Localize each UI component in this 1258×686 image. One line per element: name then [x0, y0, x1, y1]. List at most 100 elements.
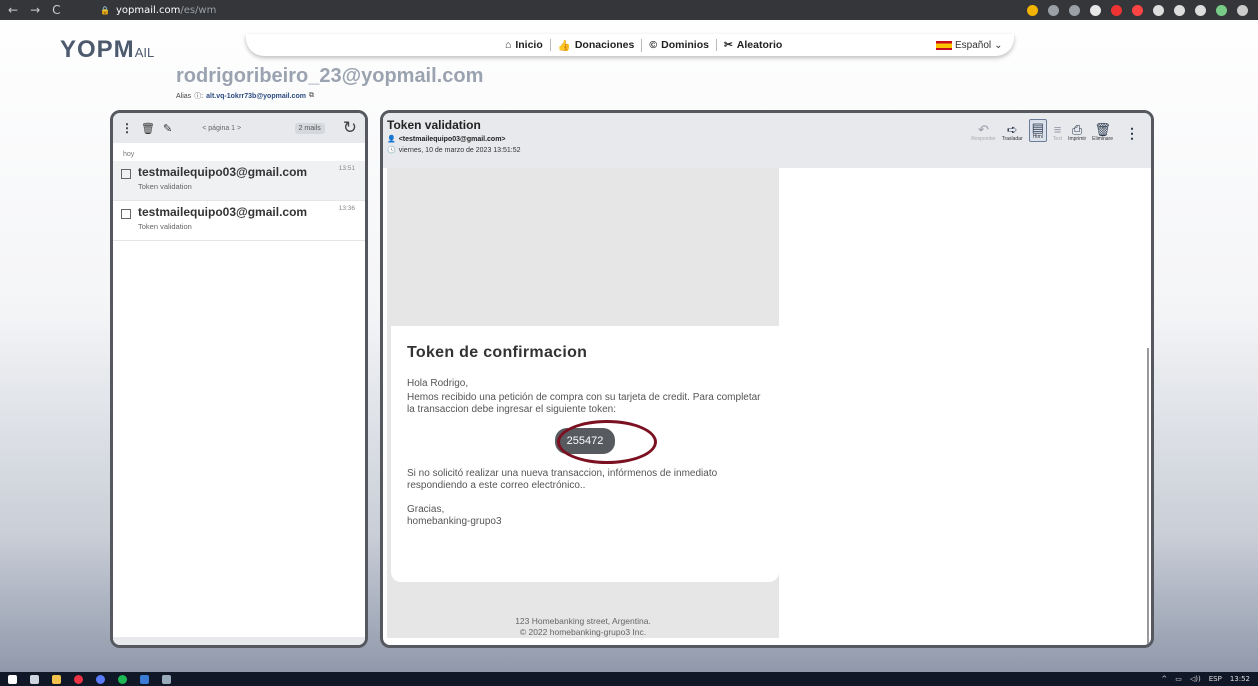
mail-subject: Token validation	[138, 222, 192, 231]
input-language[interactable]: ESP	[1209, 675, 1222, 683]
day-group-label: hoy	[123, 151, 135, 158]
shield-icon[interactable]	[1090, 4, 1101, 16]
star-icon[interactable]	[1069, 4, 1080, 16]
highlight-circle	[557, 420, 657, 464]
file-explorer-icon[interactable]	[52, 674, 61, 684]
clock-icon: 🕓	[387, 147, 396, 154]
windows-start-icon[interactable]	[8, 674, 17, 684]
url-path: /es/wm	[180, 4, 217, 16]
copyright-icon: ©	[649, 39, 658, 51]
mail-count-badge: 2 mails	[294, 122, 325, 134]
network-icon[interactable]: ▭	[1175, 675, 1182, 683]
volume-icon[interactable]: ◁))	[1190, 675, 1201, 683]
mail-from: testmailequipo03@gmail.com	[138, 165, 308, 179]
address-bar[interactable]: 🔒 yopmail.com/es/wm	[100, 5, 1027, 16]
extension-icon[interactable]	[1111, 4, 1122, 16]
chevron-down-icon: ⌄	[994, 39, 1003, 51]
reload-icon[interactable]: C	[52, 3, 60, 17]
nav-link-inicio[interactable]: ⌂ Inicio	[498, 39, 551, 51]
refresh-icon[interactable]: ↻	[343, 118, 357, 138]
spotify-icon[interactable]	[118, 674, 127, 684]
text-view-button[interactable]: ≡ Text	[1053, 123, 1062, 142]
trash-icon[interactable]: 🗑	[141, 122, 155, 135]
nav-link-aleatorio[interactable]: ✂ Aleatorio	[717, 39, 789, 51]
mail-time: 13:51	[338, 165, 355, 172]
mail-from: testmailequipo03@gmail.com	[138, 205, 308, 219]
system-tray: ^ ▭ ◁)) ESP 13:52	[1161, 675, 1250, 683]
kebab-menu-icon[interactable]: ⋮	[1125, 125, 1139, 142]
extension-icon[interactable]	[1027, 4, 1038, 16]
pagination[interactable]: < página 1 >	[202, 125, 241, 132]
email-paragraph: Si no solicitó realizar una nueva transa…	[407, 468, 718, 491]
delete-button[interactable]: 🗑 Eliminare	[1092, 123, 1113, 142]
sidepanel-icon[interactable]	[1195, 4, 1206, 16]
magic-wand-icon: ✂	[723, 39, 733, 51]
message-body: Token de confirmacion Hola Rodrigo, Hemo…	[383, 168, 1151, 645]
mail-checkbox[interactable]	[121, 209, 131, 219]
discord-icon[interactable]	[96, 674, 105, 684]
extension-icon[interactable]	[1132, 4, 1143, 16]
email-thanks: Gracias,	[407, 504, 445, 515]
email-card: Token de confirmacion Hola Rodrigo, Hemo…	[391, 326, 779, 582]
message-header: Token validation 👤 <testmailequipo03@gma…	[383, 113, 1151, 168]
download-icon[interactable]	[1174, 4, 1185, 16]
thumbs-up-icon: 👍	[557, 39, 571, 52]
account-email: rodrigoribeiro_23@yopmail.com	[176, 65, 484, 87]
extensions-area	[1027, 4, 1258, 16]
email-content: Token de confirmacion Hola Rodrigo, Hemo…	[387, 168, 779, 638]
share-icon[interactable]	[1048, 4, 1059, 16]
language-select[interactable]: Español ⌄	[936, 40, 1003, 51]
user-icon: 👤	[387, 136, 396, 143]
html-icon: ▤	[1031, 120, 1044, 135]
forward-button[interactable]: ➪ Trasladar	[1002, 123, 1023, 142]
lock-icon: 🔒	[100, 5, 110, 15]
email-heading: Token de confirmacion	[407, 344, 588, 361]
home-icon: ⌂	[505, 39, 512, 51]
mail-item[interactable]: testmailequipo03@gmail.com Token validat…	[113, 201, 365, 241]
html-view-button[interactable]: ▤ Html	[1028, 119, 1047, 142]
mail-time: 13:36	[338, 205, 355, 212]
tray-chevron-icon[interactable]: ^	[1161, 675, 1167, 683]
info-icon: ⓘ:	[194, 93, 204, 100]
alias-value[interactable]: alt.vq-1okrr73b@yopmail.com	[206, 93, 306, 100]
url-domain: yopmail.com	[115, 4, 181, 16]
printer-icon: ⎙	[1071, 122, 1083, 137]
app-icon[interactable]	[162, 674, 171, 684]
nav-link-dominios[interactable]: © Dominios	[642, 39, 717, 51]
inbox-panel: ⋮ 🗑 ✎ < página 1 > 2 mails ↻ hoy testmai…	[110, 110, 368, 648]
taskbar: ^ ▭ ◁)) ESP 13:52	[0, 672, 1258, 686]
mail-item[interactable]: testmailequipo03@gmail.com Token validat…	[113, 161, 365, 201]
app-icon[interactable]	[140, 674, 149, 684]
email-footer: 123 Homebanking street, Argentina. © 202…	[515, 616, 651, 637]
forward-icon[interactable]: →	[30, 3, 40, 17]
kebab-menu-icon[interactable]: ⋮	[121, 121, 133, 135]
menu-icon[interactable]	[1237, 4, 1248, 16]
nav-link-donaciones[interactable]: 👍 Donaciones	[551, 38, 643, 52]
chrome-icon[interactable]	[74, 674, 83, 684]
copy-icon[interactable]: ⧉	[309, 92, 314, 100]
print-button[interactable]: ⎙ Imprimir	[1068, 123, 1086, 142]
mail-subject: Token validation	[138, 182, 192, 191]
clock[interactable]: 13:52	[1230, 675, 1250, 683]
message-actions: ↶ Responder ➪ Trasladar ▤ Html ≡ Text ⎙ Impri…	[971, 119, 1139, 142]
email-paragraph: Hemos recibido una petición de compra co…	[407, 392, 761, 415]
task-view-icon[interactable]	[30, 674, 39, 684]
scrollbar[interactable]	[1147, 348, 1149, 645]
reply-button[interactable]: ↶ Responder	[971, 123, 995, 142]
browser-nav: ← → C	[0, 3, 100, 17]
pencil-icon[interactable]: ✎	[163, 122, 172, 135]
token-container: 255472	[407, 420, 763, 464]
inbox-toolbar: ⋮ 🗑 ✎ < página 1 > 2 mails ↻	[113, 113, 365, 143]
reply-icon: ↶	[978, 122, 989, 137]
yopmail-logo[interactable]: YOPMAIL	[60, 36, 154, 64]
email-signature: homebanking-grupo3	[407, 516, 502, 527]
text-icon: ≡	[1053, 122, 1062, 137]
mail-checkbox[interactable]	[121, 169, 131, 179]
trash-icon: 🗑	[1094, 122, 1111, 137]
browser-toolbar: ← → C 🔒 yopmail.com/es/wm	[0, 0, 1258, 20]
back-icon[interactable]: ←	[8, 3, 18, 17]
avatar[interactable]	[1216, 4, 1227, 16]
nav-links: ⌂ Inicio 👍 Donaciones © Dominios ✂ Aleatorio	[498, 34, 789, 56]
forward-icon: ➪	[1006, 122, 1018, 137]
puzzle-icon[interactable]	[1153, 4, 1164, 16]
